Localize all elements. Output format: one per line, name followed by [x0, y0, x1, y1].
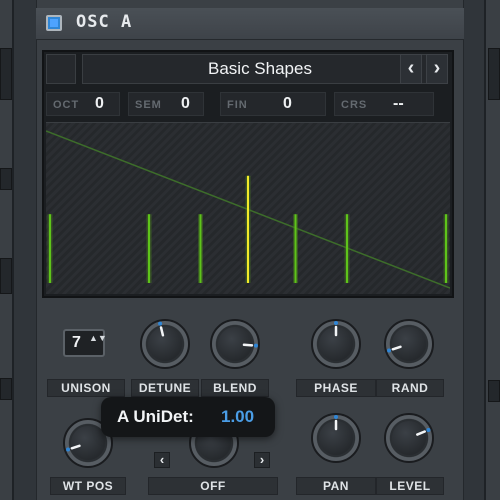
pan-knob[interactable] — [311, 413, 361, 463]
wavetable-next-button[interactable]: › — [426, 54, 448, 84]
tooltip-value: 1.00 — [221, 407, 255, 426]
wavetable-prev-button[interactable]: ‹ — [400, 54, 422, 84]
phase-knob[interactable] — [311, 319, 361, 369]
crs-value: -- — [393, 95, 404, 112]
sem-label: SEM — [135, 99, 162, 111]
pan-label: PAN — [296, 477, 376, 495]
blend-knob[interactable] — [210, 319, 260, 369]
wavetable-menu-button[interactable] — [46, 54, 76, 84]
detune-knob[interactable] — [140, 319, 190, 369]
warp-next-button[interactable]: › — [254, 452, 270, 468]
detune-label: DETUNE — [131, 379, 199, 397]
detune-indicator — [158, 321, 165, 337]
unison-value: 7 — [72, 334, 81, 351]
waveform-graph — [46, 130, 450, 289]
unison-label: UNISON — [47, 379, 125, 397]
wavetable-section: Basic Shapes ‹ › OCT 0 SEM 0 FIN 0 CRS -… — [42, 50, 454, 298]
tooltip-label: A UniDet: — [117, 407, 194, 426]
crs-field[interactable]: CRS -- — [334, 92, 434, 116]
rand-knob[interactable] — [384, 319, 434, 369]
sem-value: 0 — [181, 95, 190, 112]
oct-label: OCT — [53, 99, 80, 111]
warp-mode-label[interactable]: OFF — [148, 477, 278, 495]
warp-prev-button[interactable]: ‹ — [154, 452, 170, 468]
phase-indicator — [334, 321, 338, 337]
level-label: LEVEL — [376, 477, 444, 495]
unison-stepper[interactable]: 7 ▲▼ — [63, 329, 107, 357]
left-neighbor-field — [0, 168, 12, 190]
wavetable-display[interactable] — [46, 122, 450, 294]
level-knob[interactable] — [384, 413, 434, 463]
sem-field[interactable]: SEM 0 — [128, 92, 204, 116]
up-down-arrows-icon[interactable]: ▲▼ — [89, 333, 107, 343]
osc-title-bar: OSC A — [36, 8, 464, 40]
fin-value: 0 — [283, 95, 292, 112]
level-indicator — [416, 427, 431, 436]
pitch-params: OCT 0 SEM 0 FIN 0 CRS -- — [46, 92, 450, 116]
left-neighbor-field-2 — [0, 378, 12, 400]
fin-field[interactable]: FIN 0 — [220, 92, 326, 116]
blend-label: BLEND — [201, 379, 269, 397]
oct-field[interactable]: OCT 0 — [46, 92, 120, 116]
rand-label: RAND — [376, 379, 444, 397]
left-neighbor-panel — [0, 0, 14, 500]
osc-power-toggle[interactable] — [46, 15, 62, 31]
pan-indicator — [334, 415, 338, 431]
right-neighbor-display — [488, 48, 500, 100]
osc-title: OSC A — [76, 12, 133, 32]
crs-label: CRS — [341, 99, 368, 111]
phase-label: PHASE — [296, 379, 376, 397]
power-indicator-icon — [50, 19, 58, 27]
left-neighbor-display-2 — [0, 258, 12, 294]
blend-indicator — [242, 343, 258, 348]
wt-pos-label: WT POS — [50, 477, 126, 495]
right-neighbor-panel — [484, 0, 500, 500]
rand-indicator — [387, 345, 402, 353]
wavetable-name[interactable]: Basic Shapes — [82, 54, 438, 84]
fin-label: FIN — [227, 99, 248, 111]
oct-value: 0 — [95, 95, 104, 112]
synth-window: OSC A Basic Shapes ‹ › OCT 0 SEM 0 FIN 0… — [0, 0, 500, 500]
value-tooltip: A UniDet: 1.00 — [101, 397, 275, 437]
left-neighbor-display — [0, 48, 12, 100]
right-neighbor-field — [488, 380, 500, 402]
